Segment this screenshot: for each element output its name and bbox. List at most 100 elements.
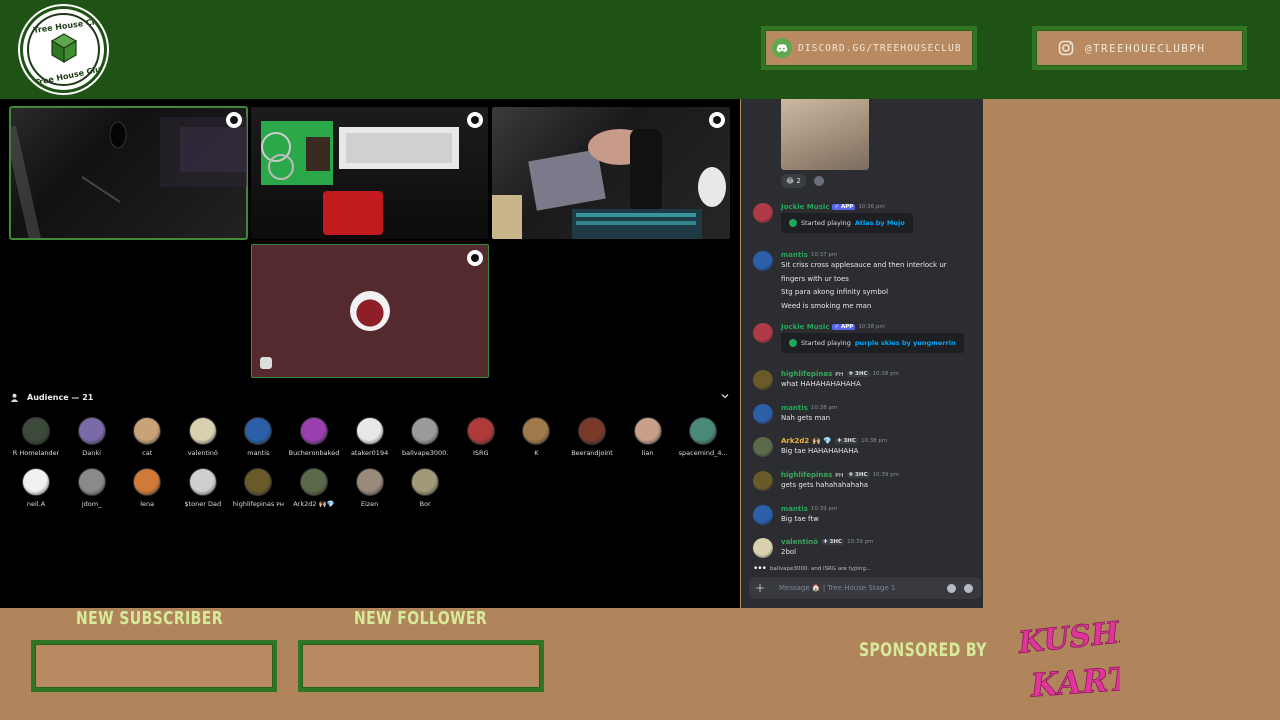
audience-member[interactable]: ataker0194 xyxy=(342,417,398,463)
audience-member[interactable]: ballvape3000. xyxy=(397,417,453,463)
audience-member[interactable]: valentinō xyxy=(175,417,231,463)
avatar xyxy=(300,468,328,496)
avatar[interactable] xyxy=(753,538,773,558)
avatar xyxy=(188,417,217,445)
audience-member[interactable]: Danki xyxy=(64,417,120,463)
avatar[interactable] xyxy=(753,203,773,223)
avatar xyxy=(22,468,50,496)
emoji-icon[interactable] xyxy=(947,583,956,593)
audience-member[interactable]: highlifepinas ᴘʜ xyxy=(230,468,286,514)
instagram-link-box[interactable]: @TREEHOUECLUBPH xyxy=(1032,26,1247,70)
track-link[interactable]: Atlas by Mujo xyxy=(855,219,905,227)
reaction-laugh[interactable]: 😂 2 xyxy=(781,174,806,188)
audience-member[interactable]: $toner Dad xyxy=(175,468,231,514)
avatar xyxy=(466,417,495,445)
message-username[interactable]: Ark2d2 xyxy=(781,437,809,445)
audience-member[interactable]: neil.A xyxy=(8,468,64,514)
tile-settings-icon[interactable] xyxy=(467,250,483,266)
avatar[interactable] xyxy=(753,437,773,457)
message-username[interactable]: valentinō xyxy=(781,538,818,546)
audience-member-name: R Homelander xyxy=(12,449,60,457)
audience-member[interactable]: cat xyxy=(119,417,175,463)
discord-link-box[interactable]: DISCORD.GG/TREEHOUSECLUB xyxy=(761,26,977,70)
avatar[interactable] xyxy=(753,471,773,491)
avatar xyxy=(133,417,162,445)
avatar xyxy=(77,417,106,445)
message-time: 10:38 pm xyxy=(858,324,885,330)
add-reaction-icon[interactable] xyxy=(813,176,824,186)
audience-member-name: highlifepinas ᴘʜ xyxy=(232,500,284,508)
video-tile-keyboard[interactable] xyxy=(251,107,488,239)
audience-member[interactable]: Eizen xyxy=(342,468,398,514)
typing-indicator: ••• ballvape3000. and ISRG are typing... xyxy=(753,564,872,574)
avatar[interactable] xyxy=(753,370,773,390)
video-tile-hands-grinder[interactable] xyxy=(492,107,730,239)
audience-member[interactable]: Bor xyxy=(397,468,453,514)
audience-member[interactable]: lian xyxy=(620,417,676,463)
avatar xyxy=(633,417,662,445)
message-text: fingers with ur toes xyxy=(781,274,849,283)
audience-member-name: Danki xyxy=(82,449,101,457)
avatar xyxy=(77,468,106,496)
audience-member[interactable]: mantis xyxy=(230,417,286,463)
audience-member-name: ISRG xyxy=(472,449,489,457)
app-badge: ✓ APP xyxy=(832,204,856,210)
avatar xyxy=(188,468,217,496)
message-header: highlifepinas ᴘʜ ✚ 3HC 10:38 pm xyxy=(781,370,899,378)
video-tile-desk-mouse[interactable] xyxy=(9,106,248,240)
avatar[interactable] xyxy=(753,505,773,525)
header-bar: Tree House Club Tree House Club DISCORD.… xyxy=(0,0,1280,99)
audience-member-name: mantis xyxy=(247,449,270,457)
audience-member-name: Ark2d2 🙌🏼💎 xyxy=(293,500,335,508)
chat-attachment-image[interactable] xyxy=(781,99,869,170)
sponsor-logo: KUSHLA KARTS xyxy=(1016,610,1120,704)
audience-member-name: valentinō xyxy=(187,449,218,457)
audience-member[interactable]: lena xyxy=(119,468,175,514)
message-username[interactable]: mantis xyxy=(781,404,808,412)
message-username[interactable]: Jockie Music xyxy=(781,203,829,211)
avatar xyxy=(244,417,273,445)
video-tile-cup-avatar[interactable] xyxy=(251,244,489,378)
message-header: mantis 10:38 pm xyxy=(781,404,837,412)
username-suffix: ᴘʜ xyxy=(835,471,844,479)
message-username[interactable]: highlifepinas xyxy=(781,370,832,378)
screen-share-icon[interactable] xyxy=(260,357,272,369)
audience-member-name: jdom_ xyxy=(81,500,102,508)
person-icon xyxy=(10,393,19,402)
message-username[interactable]: mantis xyxy=(781,505,808,513)
avatar[interactable] xyxy=(753,323,773,343)
audience-member[interactable]: Bucheronbaked xyxy=(286,417,342,463)
track-link[interactable]: purple skies by yungmerrin xyxy=(855,339,956,347)
chat-message-input[interactable]: + Message 🏠 | Tree House Stage 1 xyxy=(749,577,981,599)
avatar[interactable] xyxy=(753,404,773,424)
audience-member[interactable]: Ark2d2 🙌🏼💎 xyxy=(286,468,342,514)
apps-icon[interactable] xyxy=(964,583,973,593)
audience-member[interactable]: R Homelander xyxy=(8,417,64,463)
audience-member-name: cat xyxy=(142,449,153,457)
new-subscriber-title: NEW SUBSCRIBER xyxy=(76,608,223,629)
audience-member[interactable]: K xyxy=(508,417,564,463)
message-username[interactable]: mantis xyxy=(781,251,808,259)
avatar[interactable] xyxy=(753,251,773,271)
chevron-down-icon[interactable] xyxy=(720,391,730,401)
tile-settings-icon[interactable] xyxy=(709,112,725,128)
audience-member[interactable]: jdom_ xyxy=(64,468,120,514)
message-username[interactable]: Jockie Music xyxy=(781,323,829,331)
tree-house-club-logo: Tree House Club Tree House Club xyxy=(20,6,107,93)
avatar xyxy=(522,417,551,445)
message-username[interactable]: highlifepinas xyxy=(781,471,832,479)
message-time: 10:36 pm xyxy=(858,204,885,210)
audience-count-label: Audience — 21 xyxy=(27,392,94,402)
avatar xyxy=(411,417,440,445)
audience-member[interactable]: spacemind_4... xyxy=(675,417,731,463)
audience-member[interactable]: Beerandjoint xyxy=(564,417,620,463)
tile-settings-icon[interactable] xyxy=(467,112,483,128)
server-tag: ✚ 3HC xyxy=(834,438,858,444)
add-attachment-icon[interactable]: + xyxy=(755,581,769,595)
message-text: gets gets hahahahahaha xyxy=(781,481,869,489)
audience-member[interactable]: ISRG xyxy=(453,417,509,463)
audience-header[interactable]: Audience — 21 xyxy=(10,389,732,405)
avatar xyxy=(355,468,384,496)
tile-settings-icon[interactable] xyxy=(226,112,242,128)
message-header: Ark2d2 🙌🏼 💎 ✚ 3HC 10:38 pm xyxy=(781,437,887,445)
